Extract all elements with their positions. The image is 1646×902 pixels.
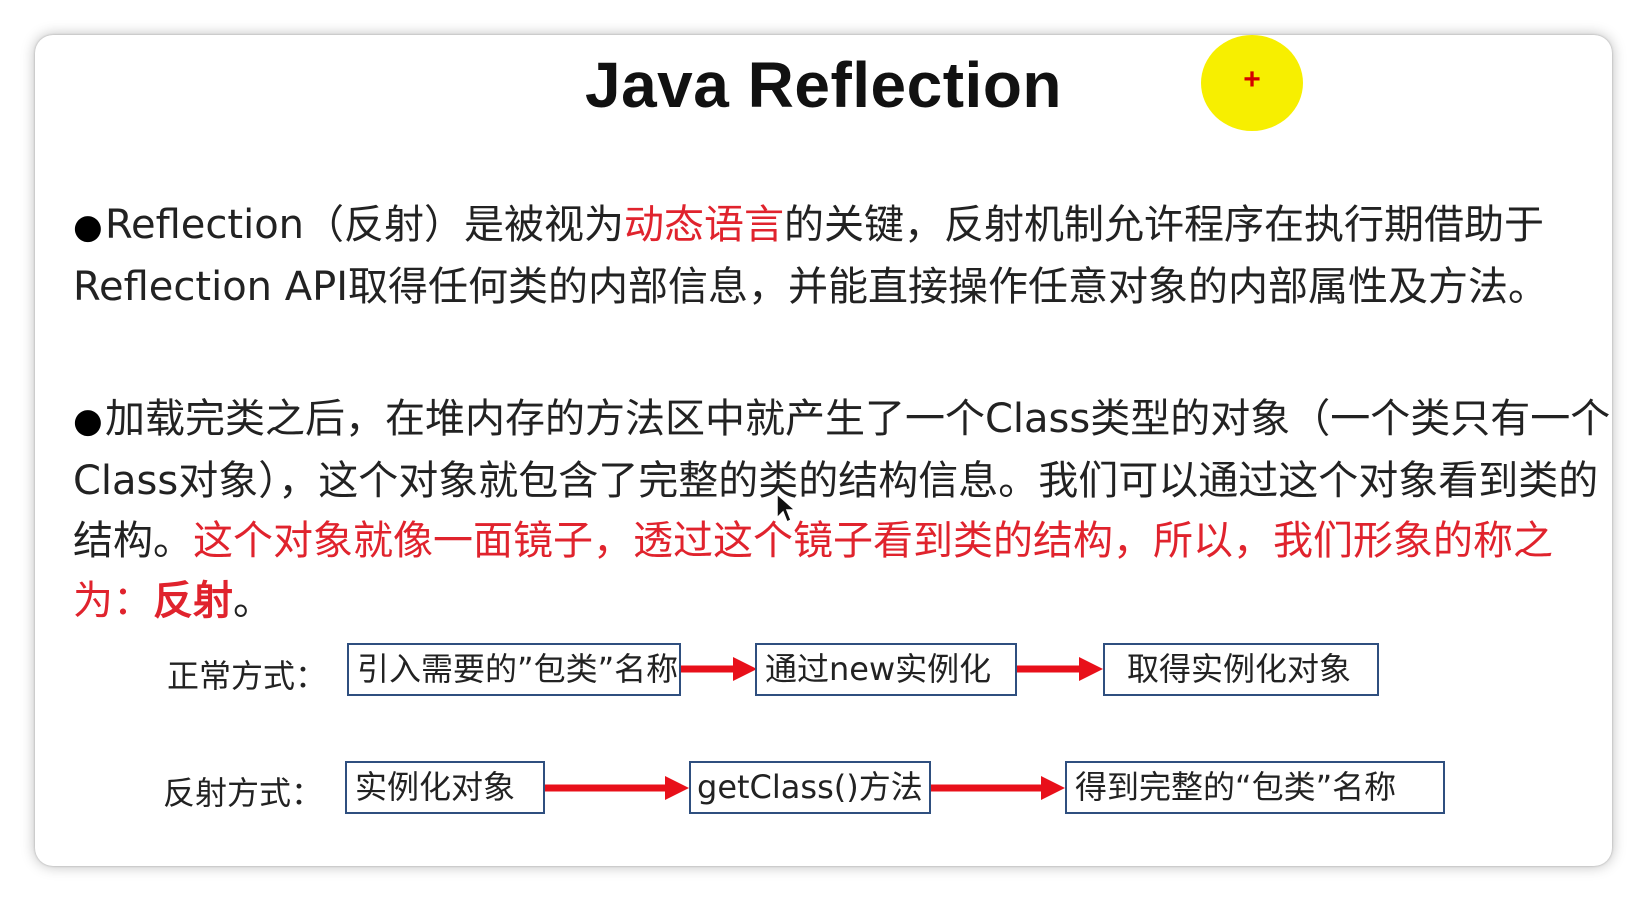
para1-highlight: 动态语言 bbox=[624, 202, 785, 248]
reflect-flow-label: 反射方式： bbox=[163, 774, 324, 812]
paragraph-reflection-definition: ●Reflection（反射）是被视为动态语言的关键，反射机制允许程序在执行期借… bbox=[73, 195, 1612, 317]
bullet-dot-icon: ● bbox=[73, 401, 103, 441]
para2-highlight: 这个对象就像一面镜子，透过这个镜子看到类的结构，所以，我们形象的称之为： bbox=[73, 518, 1553, 624]
normal-step-3: 取得实例化对象 bbox=[1103, 643, 1379, 696]
plus-icon: + bbox=[1243, 63, 1261, 96]
right-arrow-icon bbox=[545, 776, 689, 800]
slide: Java Reflection + ●Reflection（反射）是被视为动态语… bbox=[35, 35, 1612, 866]
normal-step-2: 通过new实例化 bbox=[755, 643, 1017, 696]
slide-title: Java Reflection bbox=[584, 49, 1063, 121]
paragraph-class-object: ●加载完类之后，在堆内存的方法区中就产生了一个Class类型的对象（一个类只有一… bbox=[73, 389, 1612, 631]
para2-period: 。 bbox=[233, 578, 273, 624]
normal-step-1: 引入需要的”包类”名称 bbox=[347, 643, 681, 696]
para1-text-a: Reflection（反射）是被视为 bbox=[105, 202, 625, 248]
right-arrow-icon bbox=[1017, 657, 1103, 681]
right-arrow-icon bbox=[681, 657, 757, 681]
bullet-dot-icon: ● bbox=[73, 207, 103, 247]
para2-keyword: 反射 bbox=[153, 578, 233, 624]
reflect-step-3: 得到完整的“包类”名称 bbox=[1065, 761, 1445, 814]
normal-flow-label: 正常方式： bbox=[167, 657, 328, 695]
reflect-step-1: 实例化对象 bbox=[345, 761, 545, 814]
presentation-window: Java Reflection + ●Reflection（反射）是被视为动态语… bbox=[35, 35, 1612, 866]
reflect-step-2: getClass()方法 bbox=[689, 761, 931, 814]
cursor-highlight-marker: + bbox=[1201, 35, 1303, 131]
mouse-pointer-icon bbox=[776, 492, 797, 524]
right-arrow-icon bbox=[931, 776, 1065, 800]
